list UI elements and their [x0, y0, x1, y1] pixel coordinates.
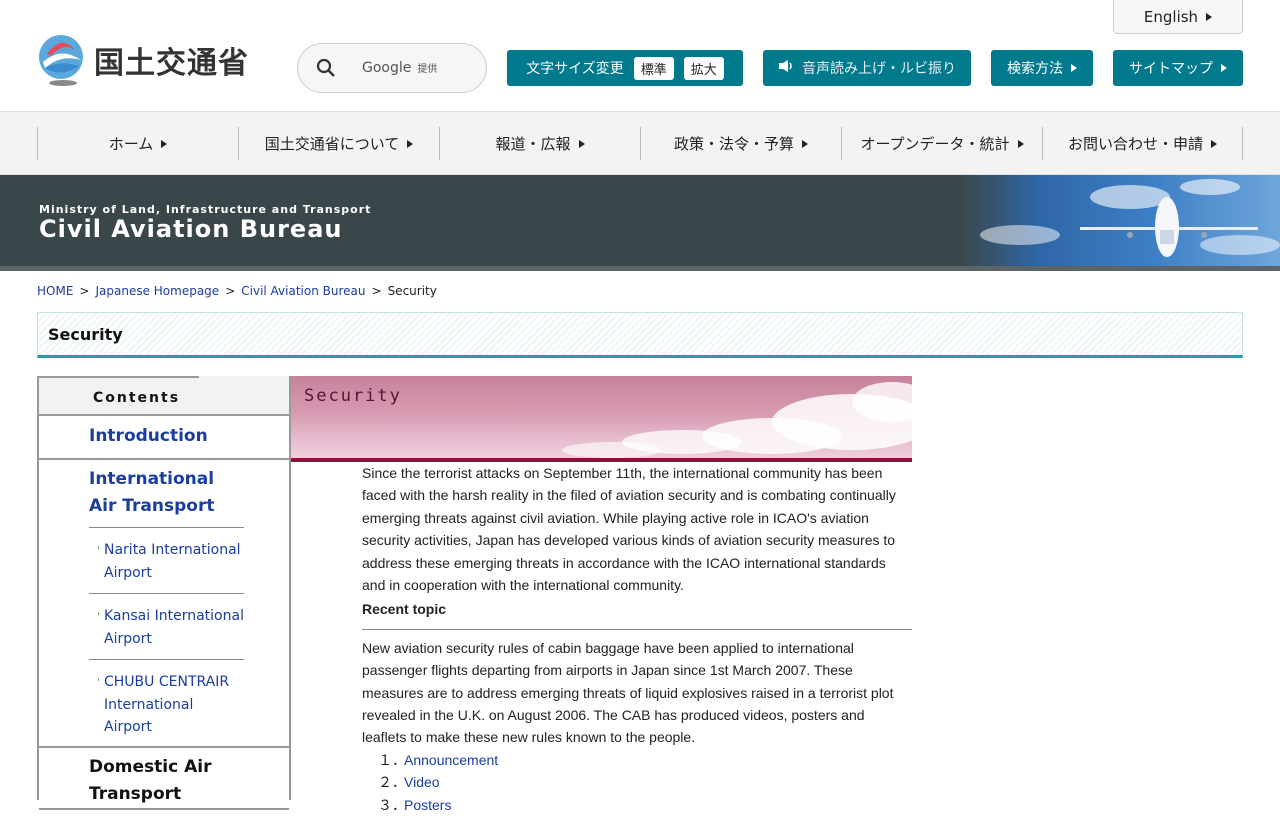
search-method-label: 検索方法 [1007, 61, 1063, 77]
voice-label: 音声読み上げ・ルビ振り [802, 61, 956, 77]
triangle-right-icon [1017, 139, 1024, 148]
banner-title: Civil Aviation Bureau [39, 215, 343, 243]
search-icon[interactable] [316, 58, 336, 78]
list-number: ３． [378, 796, 406, 813]
search-provided: 提供 [417, 64, 438, 75]
triangle-right-icon [1211, 139, 1217, 148]
list-item: ２．Video [378, 771, 912, 793]
triangle-right-icon [578, 139, 585, 148]
list-number: １． [378, 751, 406, 768]
side-menu-header: Contents [39, 376, 289, 416]
resource-list: １．Announcement ２．Video ３．Posters [378, 749, 912, 816]
clouds-icon [562, 382, 912, 458]
font-size-standard-button[interactable]: 標準 [633, 56, 674, 80]
security-banner-image: Security [291, 376, 912, 462]
nav-label: お問い合わせ・申請 [1067, 135, 1203, 153]
nav-item-press[interactable]: 報道・広報 [439, 127, 640, 160]
triangle-right-icon [1071, 64, 1077, 72]
content-body: Since the terrorist attacks on September… [362, 462, 912, 816]
search-brand: Google [362, 60, 412, 76]
nav-item-contact[interactable]: お問い合わせ・申請 [1042, 127, 1243, 160]
speaker-icon [778, 59, 794, 77]
font-size-control: 文字サイズ変更 標準 拡大 [507, 50, 743, 86]
search-method-button[interactable]: 検索方法 [991, 50, 1093, 86]
sitemap-label: サイトマップ [1129, 61, 1213, 77]
search-input[interactable]: Google 提供 [362, 60, 437, 76]
side-menu: Contents Introduction International Air … [37, 376, 291, 810]
breadcrumb-separator: > [79, 284, 90, 298]
nav-label: オープンデータ・統計 [860, 135, 1010, 153]
page-title: Security [37, 312, 1243, 358]
nav-item-policy[interactable]: 政策・法令・予算 [640, 127, 841, 160]
font-size-large-button[interactable]: 拡大 [683, 56, 724, 80]
site-search[interactable]: Google 提供 [297, 43, 487, 93]
logo-mark-icon [37, 34, 85, 86]
recent-topic-heading: Recent topic [362, 598, 912, 630]
logo-text: 国土交通省 [94, 46, 249, 81]
side-menu-heading: Contents [93, 390, 181, 406]
nav-label: 政策・法令・予算 [673, 135, 794, 153]
banner-sky-image [960, 175, 1280, 266]
side-section-introduction: Introduction [39, 416, 289, 460]
side-section-international: International Air Transport Narita Inter… [39, 460, 289, 748]
english-label: English [1143, 7, 1199, 26]
triangle-right-icon [1221, 64, 1227, 72]
nav-item-about[interactable]: 国土交通省について [238, 127, 439, 160]
nav-item-home[interactable]: ホーム [37, 127, 238, 160]
side-link-chubu[interactable]: CHUBU CENTRAIR International Airport [89, 659, 244, 746]
recent-topic-paragraph: New aviation security rules of cabin bag… [362, 639, 894, 746]
list-item: ３．Posters [378, 794, 912, 816]
global-nav: ホーム 国土交通省について 報道・広報 政策・法令・予算 オープンデータ・統計 … [0, 112, 1280, 175]
list-number: ２． [378, 774, 406, 791]
breadcrumb-japanese-link[interactable]: Japanese Homepage [95, 284, 219, 298]
bureau-banner: Ministry of Land, Infrastructure and Tra… [0, 175, 1280, 271]
side-link-kansai[interactable]: Kansai International Airport [89, 593, 244, 659]
breadcrumb-separator: > [225, 284, 236, 298]
nav-label: 国土交通省について [264, 135, 400, 153]
nav-label: ホーム [108, 135, 154, 153]
sitemap-button[interactable]: サイトマップ [1113, 50, 1243, 86]
triangle-right-icon [802, 139, 808, 148]
breadcrumb-home-link[interactable]: HOME [37, 284, 73, 298]
intro-paragraph: Since the terrorist attacks on September… [362, 465, 896, 594]
mlit-logo[interactable]: 国土交通省 [37, 34, 249, 86]
breadcrumb: HOME > Japanese Homepage > Civil Aviation Bu… [37, 284, 437, 298]
nav-item-opendata[interactable]: オープンデータ・統計 [841, 127, 1042, 160]
breadcrumb-cab-link[interactable]: Civil Aviation Bureau [241, 284, 365, 298]
triangle-right-icon [407, 139, 414, 148]
nav-label: 報道・広報 [495, 135, 571, 153]
triangle-right-icon [161, 139, 168, 148]
english-link[interactable]: English [1113, 0, 1243, 34]
site-header: 国土交通省 English Google 提供 文字サイズ変更 標準 拡大 音声読… [0, 0, 1280, 112]
side-link-international[interactable]: International Air Transport [89, 466, 239, 527]
breadcrumb-separator: > [371, 284, 382, 298]
security-banner-label: Security [304, 386, 402, 406]
font-size-label: 文字サイズ変更 [526, 61, 624, 77]
list-item: １．Announcement [378, 749, 912, 771]
triangle-right-icon [1206, 12, 1213, 21]
posters-link[interactable]: Posters [404, 797, 451, 813]
side-link-domestic[interactable]: Domestic Air Transport [89, 754, 239, 808]
side-link-narita[interactable]: Narita International Airport [89, 527, 244, 593]
breadcrumb-current: Security [387, 284, 437, 298]
announcement-link[interactable]: Announcement [404, 752, 498, 768]
voice-ruby-button[interactable]: 音声読み上げ・ルビ振り [763, 50, 971, 86]
side-section-domestic: Domestic Air Transport [39, 747, 289, 810]
video-link[interactable]: Video [404, 774, 440, 790]
side-link-introduction[interactable]: Introduction [89, 423, 289, 450]
